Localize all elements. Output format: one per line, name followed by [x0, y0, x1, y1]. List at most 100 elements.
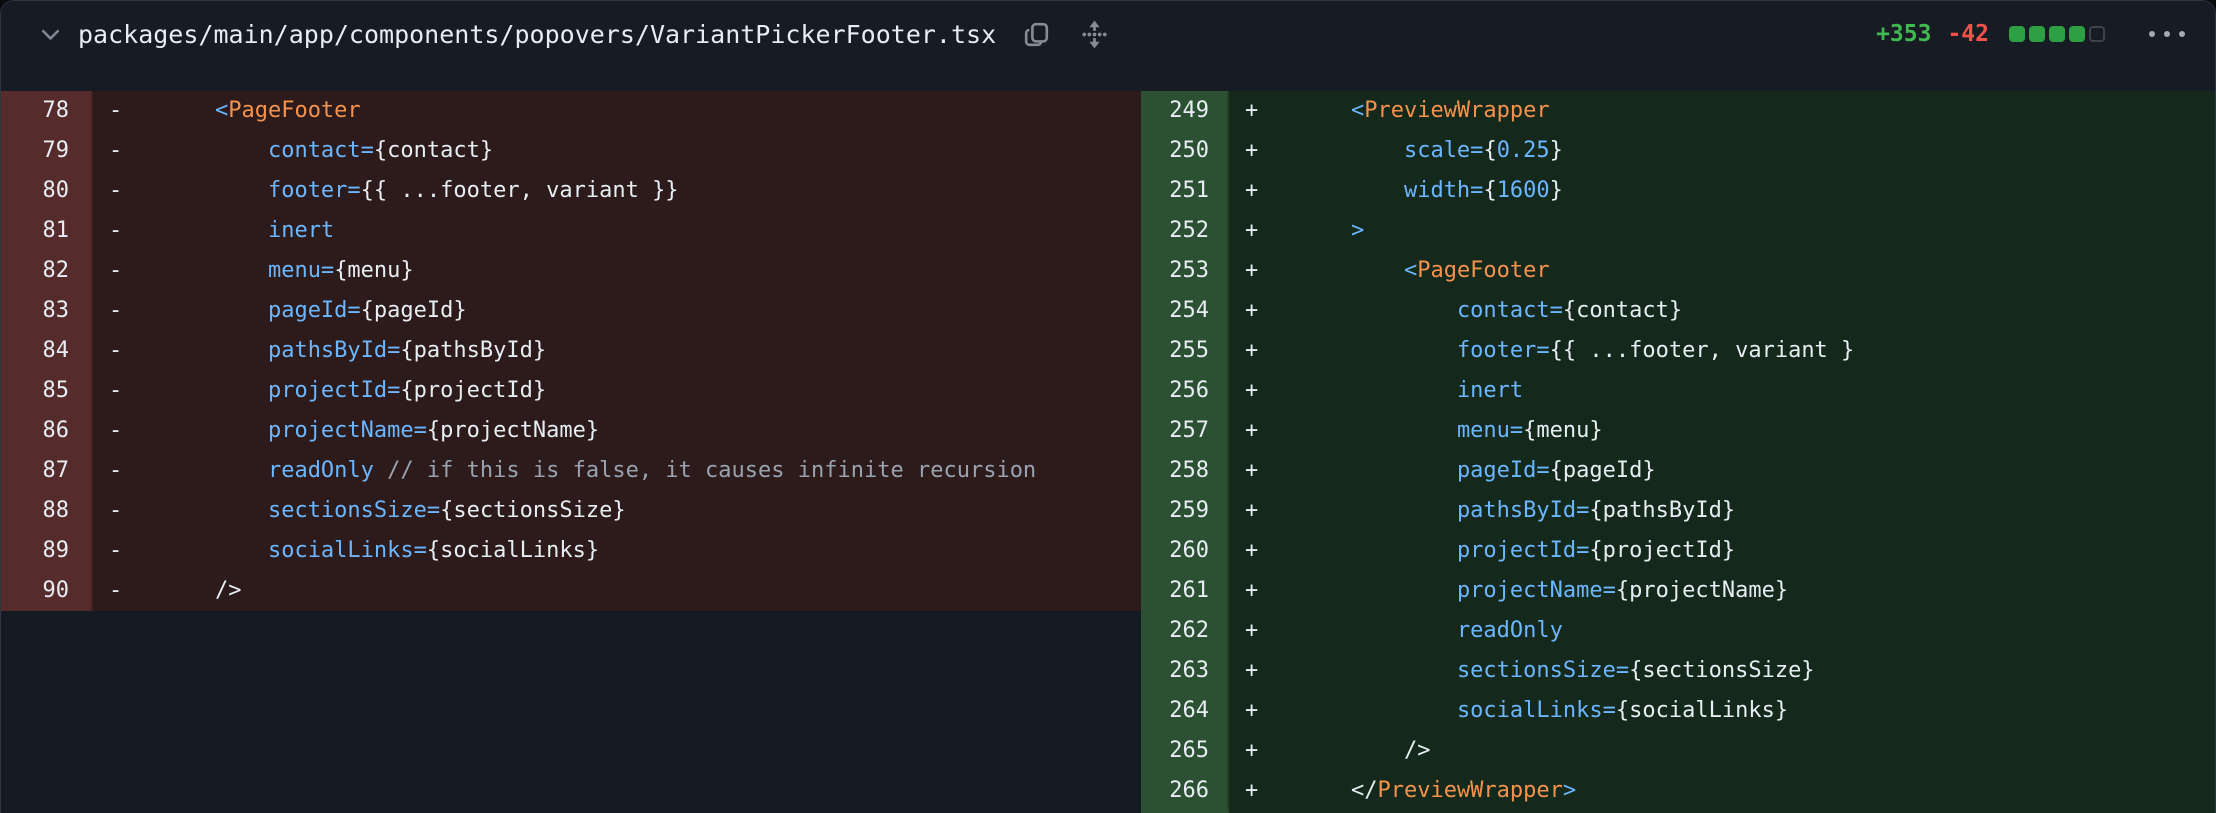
code-line: - inert [93, 211, 1141, 251]
line-number[interactable]: 251 [1141, 171, 1229, 211]
line-number[interactable]: 255 [1141, 331, 1229, 371]
diff-row: 79- contact={contact} [1, 131, 1141, 171]
line-number[interactable]: 260 [1141, 531, 1229, 571]
chevron-down-icon[interactable] [37, 21, 64, 48]
code-line: + readOnly [1229, 611, 2215, 651]
diff-row: 255 + footer={{ ...footer, variant } [1141, 331, 2215, 371]
code-line: + <PreviewWrapper [1229, 91, 2215, 131]
line-number[interactable]: 78 [1, 91, 93, 131]
line-number[interactable]: 254 [1141, 291, 1229, 331]
line-number[interactable]: 80 [1, 171, 93, 211]
ellipsis-menu-icon[interactable] [2149, 31, 2185, 37]
file-header: packages/main/app/components/popovers/Va… [1, 1, 2215, 91]
code-line: + sectionsSize={sectionsSize} [1229, 651, 2215, 691]
code-line: - socialLinks={socialLinks} [93, 531, 1141, 571]
line-number[interactable]: 259 [1141, 491, 1229, 531]
file-path: packages/main/app/components/popovers/Va… [78, 19, 997, 49]
line-number[interactable]: 81 [1, 211, 93, 251]
diff-row: 90- /> [1, 571, 1141, 611]
diff-pane-new: 249 + <PreviewWrapper 250 + scale={0.25} 251… [1141, 91, 2215, 813]
line-number[interactable]: 86 [1, 411, 93, 451]
line-number[interactable]: 252 [1141, 211, 1229, 251]
diff-row: 82- menu={menu} [1, 251, 1141, 291]
diff-marker: + [1245, 618, 1259, 643]
line-number[interactable]: 84 [1, 331, 93, 371]
line-number[interactable]: 266 [1141, 771, 1229, 811]
diff-row: 250 + scale={0.25} [1141, 131, 2215, 171]
diff-row: 266 + </PreviewWrapper> [1141, 771, 2215, 811]
change-block-empty [2089, 26, 2105, 42]
line-number[interactable]: 82 [1, 251, 93, 291]
diff-marker: - [109, 218, 123, 243]
diff-marker: + [1245, 538, 1259, 563]
diff-row: 263 + sectionsSize={sectionsSize} [1141, 651, 2215, 691]
diff-marker: + [1245, 258, 1259, 283]
code-line: + contact={contact} [1229, 291, 2215, 331]
diff-marker: - [109, 258, 123, 283]
diff-row: 253 + <PageFooter [1141, 251, 2215, 291]
code-line: + footer={{ ...footer, variant } [1229, 331, 2215, 371]
diff-row: 259 + pathsById={pathsById} [1141, 491, 2215, 531]
line-number[interactable]: 264 [1141, 691, 1229, 731]
line-number[interactable]: 90 [1, 571, 93, 611]
diff-marker: - [109, 458, 123, 483]
additions-count: +353 [1876, 21, 1932, 47]
line-number[interactable]: 85 [1, 371, 93, 411]
diff-marker: - [109, 298, 123, 323]
line-number[interactable]: 87 [1, 451, 93, 491]
line-number[interactable]: 89 [1, 531, 93, 571]
diff-row: 254 + contact={contact} [1141, 291, 2215, 331]
line-number[interactable]: 258 [1141, 451, 1229, 491]
code-line: + menu={menu} [1229, 411, 2215, 451]
diff-row: 257 + menu={menu} [1141, 411, 2215, 451]
line-number[interactable]: 253 [1141, 251, 1229, 291]
diff-row: 86- projectName={projectName} [1, 411, 1141, 451]
diff-marker: + [1245, 738, 1259, 763]
line-number[interactable]: 265 [1141, 731, 1229, 771]
diff-row: 261 + projectName={projectName} [1141, 571, 2215, 611]
diff-marker: + [1245, 578, 1259, 603]
code-line: - /> [93, 571, 1141, 611]
change-blocks [2009, 26, 2105, 42]
diff-marker: + [1245, 698, 1259, 723]
line-number[interactable]: 249 [1141, 91, 1229, 131]
code-line: + socialLinks={socialLinks} [1229, 691, 2215, 731]
diff-row: 260 + projectId={projectId} [1141, 531, 2215, 571]
line-number[interactable]: 256 [1141, 371, 1229, 411]
diff-marker: - [109, 138, 123, 163]
line-number[interactable]: 261 [1141, 571, 1229, 611]
deletions-count: -42 [1947, 21, 1989, 47]
code-line: + projectId={projectId} [1229, 531, 2215, 571]
line-number[interactable]: 262 [1141, 611, 1229, 651]
code-line: - readOnly // if this is false, it cause… [93, 451, 1141, 491]
line-number[interactable]: 250 [1141, 131, 1229, 171]
line-number[interactable]: 88 [1, 491, 93, 531]
diff-marker: + [1245, 778, 1259, 803]
diff-row: 249 + <PreviewWrapper [1141, 91, 2215, 131]
diff-marker: + [1245, 658, 1259, 683]
diff-row: 252 + > [1141, 211, 2215, 251]
line-number[interactable]: 263 [1141, 651, 1229, 691]
diff-row: 85- projectId={projectId} [1, 371, 1141, 411]
code-line: - sectionsSize={sectionsSize} [93, 491, 1141, 531]
code-line: - footer={{ ...footer, variant }} [93, 171, 1141, 211]
line-number[interactable]: 257 [1141, 411, 1229, 451]
expand-vertical-icon[interactable] [1077, 17, 1112, 52]
change-block-filled [2009, 26, 2025, 42]
diff-pane-old: 78- <PageFooter 79- contact={contact} 80- … [1, 91, 1141, 813]
line-number[interactable]: 83 [1, 291, 93, 331]
line-number[interactable]: 79 [1, 131, 93, 171]
copy-icon[interactable] [1020, 18, 1053, 51]
diff-row: 80- footer={{ ...footer, variant }} [1, 171, 1141, 211]
diff-marker: + [1245, 418, 1259, 443]
code-line: + /> [1229, 731, 2215, 771]
change-block-filled [2069, 26, 2085, 42]
code-line: - pathsById={pathsById} [93, 331, 1141, 371]
code-line: + <PageFooter [1229, 251, 2215, 291]
diff-marker: - [109, 578, 123, 603]
diff-row: 251 + width={1600} [1141, 171, 2215, 211]
diff-file-card: packages/main/app/components/popovers/Va… [0, 0, 2216, 813]
diff-marker: - [109, 338, 123, 363]
code-line: + </PreviewWrapper> [1229, 771, 2215, 811]
diff-row: 258 + pageId={pageId} [1141, 451, 2215, 491]
